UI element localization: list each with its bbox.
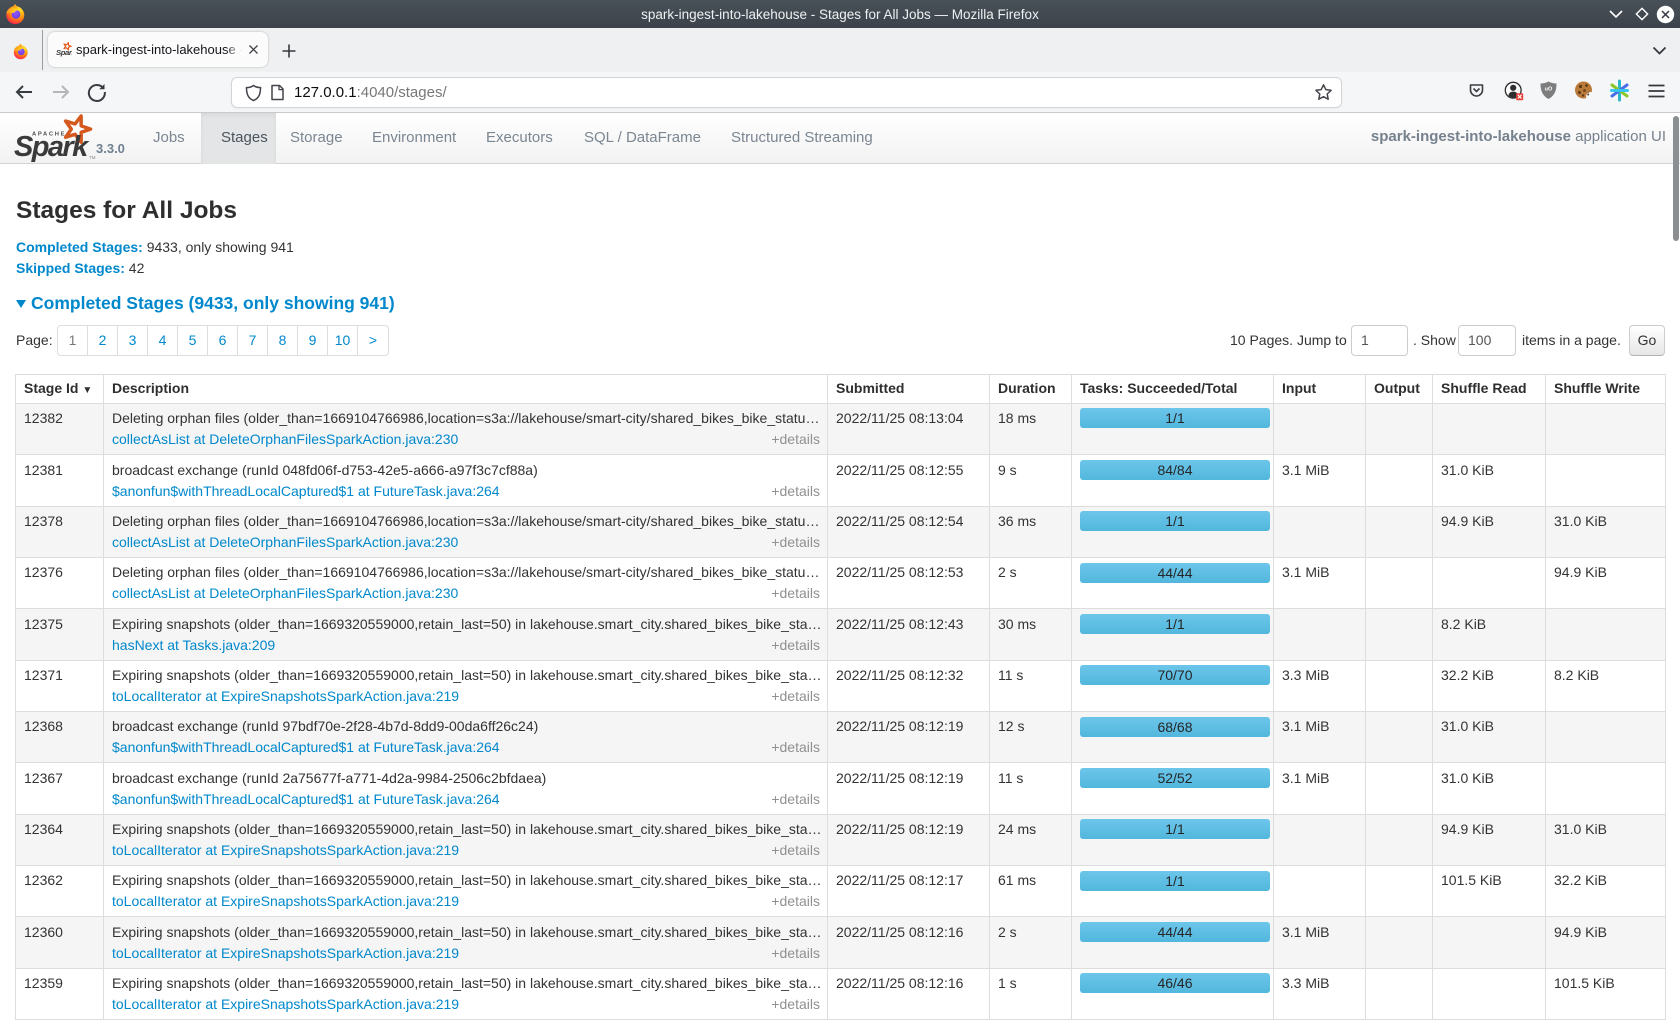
svg-text:uO: uO (1545, 87, 1553, 93)
svg-text:Spark: Spark (14, 131, 90, 163)
svg-text:TM: TM (89, 155, 96, 160)
svg-text:Spark: Spark (56, 48, 72, 57)
